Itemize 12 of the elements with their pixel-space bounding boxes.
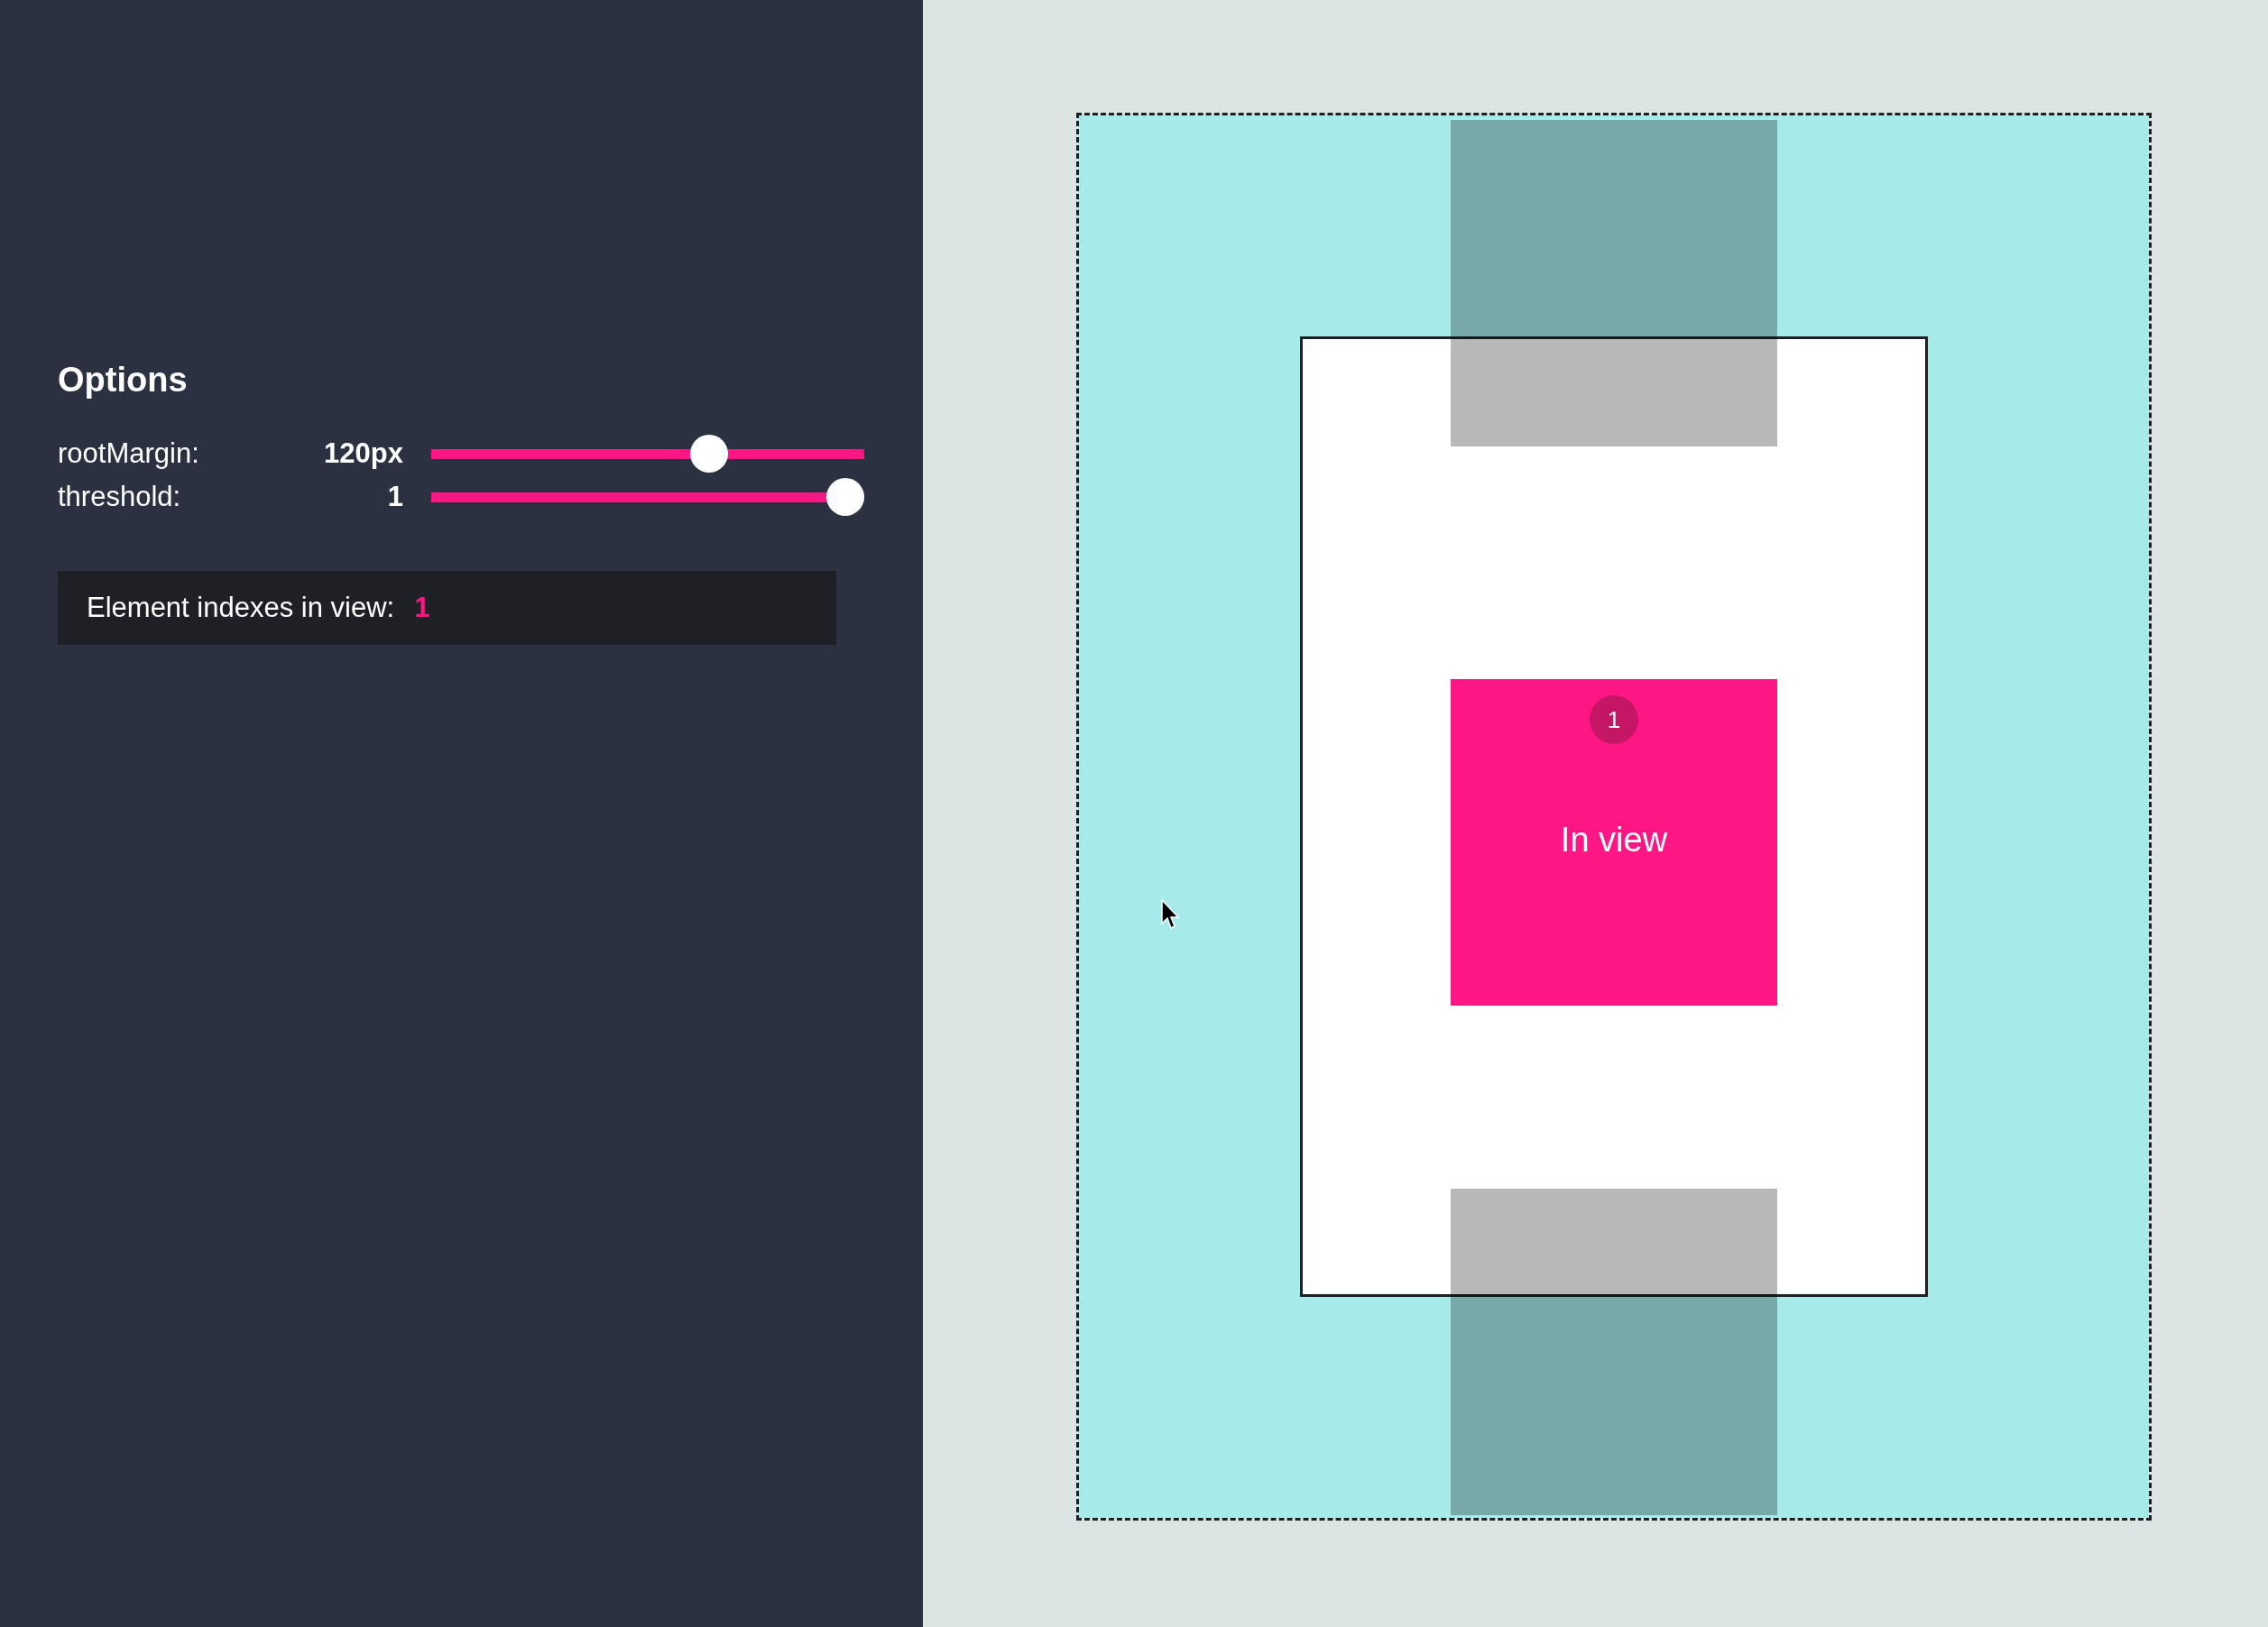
option-label: threshold: bbox=[58, 481, 182, 513]
options-heading: Options bbox=[58, 361, 189, 400]
index-badge: 1 bbox=[1590, 695, 1638, 744]
slider-thumb[interactable] bbox=[690, 435, 729, 473]
slider-thumb[interactable] bbox=[826, 478, 864, 516]
option-value: 1 bbox=[386, 481, 403, 513]
result-label: Element indexes in view: bbox=[87, 592, 395, 624]
option-label: rootMargin: bbox=[58, 437, 200, 470]
cursor-icon bbox=[1161, 899, 1181, 930]
block-label: In view bbox=[1560, 821, 1668, 859]
option-value: 120px bbox=[323, 437, 403, 470]
result-value: 1 bbox=[414, 592, 430, 624]
